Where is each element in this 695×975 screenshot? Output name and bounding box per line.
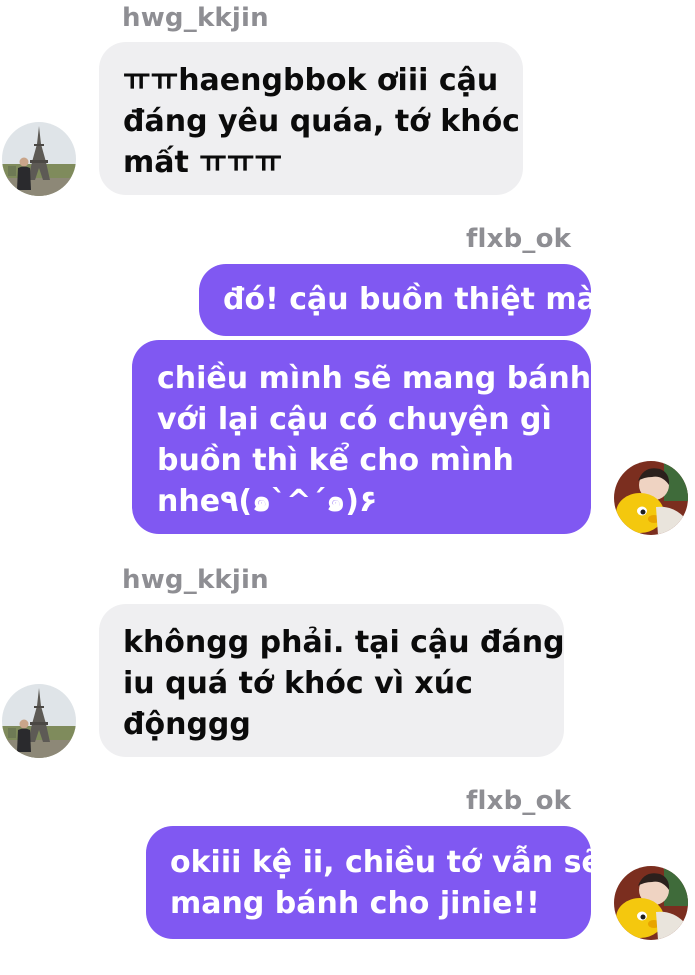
avatar-hwg_kkjin[interactable]: [2, 684, 76, 758]
person-with-yellow-plush-icon: [614, 461, 688, 535]
message-line: nhe٩(๑`^´๑)۶: [157, 484, 378, 519]
sender-name-hwg_kkjin: hwg_kkjin: [122, 565, 269, 595]
message-line: ㅠㅠhaengbbok ơiii cậu: [123, 63, 499, 98]
message-line: okiii kệ ii, chiều tớ vẫn sẽ: [170, 845, 602, 880]
message-line: mang bánh cho jinie!!: [170, 886, 540, 921]
message-bubble-outgoing[interactable]: okiii kệ ii, chiều tớ vẫn sẽ mang bánh c…: [146, 826, 602, 939]
avatar-flxb_ok[interactable]: [614, 461, 688, 535]
avatar-hwg_kkjin[interactable]: [2, 122, 76, 196]
message-bubble-incoming[interactable]: khôngg phải. tại cậu đáng iu quá tớ khóc…: [99, 604, 565, 757]
message-line: buồn thì kể cho mình: [157, 443, 514, 478]
message-bubble-incoming[interactable]: ㅠㅠhaengbbok ơiii cậu đáng yêu quáa, tớ k…: [99, 42, 523, 195]
sender-name-flxb_ok: flxb_ok: [466, 786, 572, 816]
sender-name-hwg_kkjin: hwg_kkjin: [122, 3, 269, 33]
message-line: độnggg: [123, 707, 251, 742]
message-line: đáng yêu quáa, tớ khóc: [123, 104, 520, 139]
message-line: mất ㅠㅠㅠ: [123, 145, 283, 180]
message-line: đó! cậu buồn thiệt mà: [223, 282, 597, 317]
eiffel-tower-photo-icon: [2, 684, 76, 758]
sender-name-flxb_ok: flxb_ok: [466, 224, 572, 254]
eiffel-tower-photo-icon: [2, 122, 76, 196]
message-bubble-outgoing[interactable]: chiều mình sẽ mang bánh với lại cậu có c…: [132, 340, 591, 534]
message-line: chiều mình sẽ mang bánh: [157, 361, 592, 396]
message-line: iu quá tớ khóc vì xúc: [123, 666, 473, 701]
message-line: với lại cậu có chuyện gì: [157, 402, 552, 437]
avatar-flxb_ok[interactable]: [614, 866, 688, 940]
message-bubble-outgoing[interactable]: đó! cậu buồn thiệt mà: [199, 264, 597, 336]
person-with-yellow-plush-icon: [614, 866, 688, 940]
message-line: khôngg phải. tại cậu đáng: [123, 625, 565, 660]
